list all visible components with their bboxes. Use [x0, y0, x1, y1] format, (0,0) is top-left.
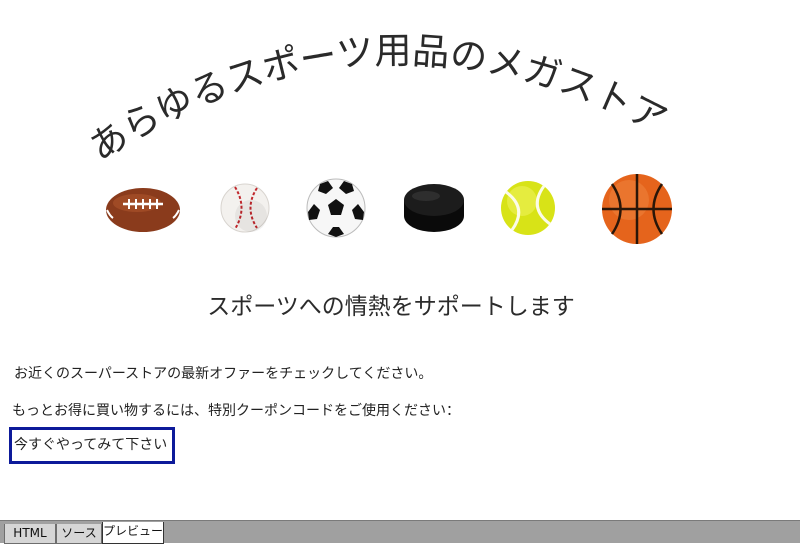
american-football-icon: [106, 188, 180, 232]
baseball-icon: [220, 183, 270, 233]
offer-text: お近くのスーパーストアの最新オファーをチェックしてください。: [14, 366, 433, 382]
tennis-ball-icon: [501, 181, 555, 235]
arc-title: あらゆるスポーツ用品のメガストア: [82, 29, 674, 169]
editor-tab-bar: HTML ソース プレビュー: [0, 520, 800, 544]
tab-preview[interactable]: プレビュー: [102, 522, 164, 544]
hockey-puck-icon: [404, 184, 464, 232]
sports-balls-row: [0, 170, 800, 250]
tab-source[interactable]: ソース: [56, 524, 102, 544]
arc-title-svg: あらゆるスポーツ用品のメガストア: [82, 29, 674, 169]
coupon-text: もっとお得に買い物するには、特別クーポンコードをご使用ください：: [12, 403, 460, 419]
arc-title-container: あらゆるスポーツ用品のメガストア: [0, 0, 800, 175]
try-now-button[interactable]: 今すぐやってみて下さい: [9, 427, 175, 464]
tagline: スポーツへの情熱をサポートします: [207, 294, 575, 320]
tab-html[interactable]: HTML: [4, 524, 56, 544]
preview-pane: あらゆるスポーツ用品のメガストア スポーツへの情熱をサポートします お近くのスー…: [0, 0, 800, 520]
basketball-icon: [602, 174, 672, 244]
soccer-ball-icon: [306, 178, 366, 238]
arc-title-text: あらゆるスポーツ用品のメガストア: [82, 29, 674, 169]
